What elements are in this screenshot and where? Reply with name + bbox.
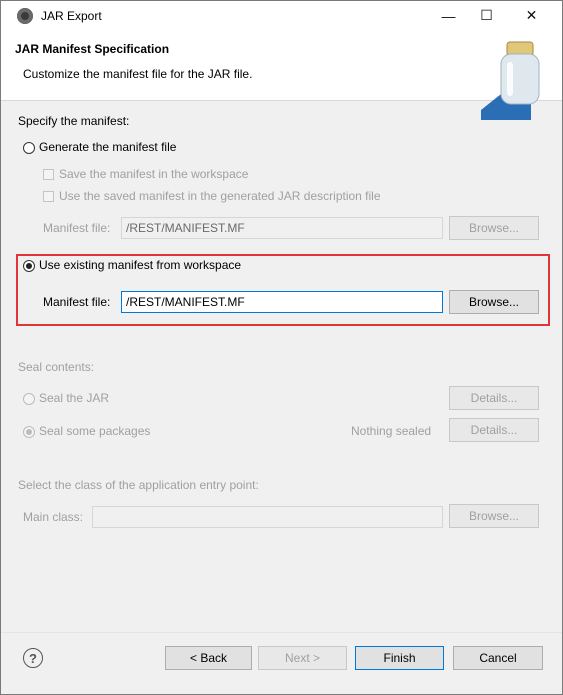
help-icon[interactable]: ? [23,648,43,668]
maximize-button[interactable]: ☐ [464,1,509,30]
wizard-header: JAR Manifest Specification Customize the… [1,30,562,120]
main-class-label: Main class: [23,510,84,524]
jar-icon [481,41,540,120]
seal-some-packages-label: Seal some packages [39,424,151,438]
back-button[interactable]: < Back [165,646,252,670]
seal-jar-label: Seal the JAR [39,391,110,405]
nothing-sealed-status: Nothing sealed [351,424,432,438]
page-description: Customize the manifest file for the JAR … [23,67,253,81]
generated-manifest-file-label: Manifest file: [43,221,111,235]
window-frame [0,0,563,695]
window-title: JAR Export [41,9,102,23]
generate-manifest-radio[interactable] [23,142,35,154]
cancel-button[interactable]: Cancel [453,646,543,670]
existing-manifest-browse-button[interactable]: Browse... [449,290,539,314]
main-class-browse-button[interactable]: Browse... [449,504,539,528]
seal-some-packages-radio[interactable] [23,426,35,438]
save-manifest-checkbox[interactable] [43,169,54,180]
app-icon [17,8,33,24]
title-bar: JAR Export — ☐ ✕ [1,1,562,30]
generated-manifest-browse-button[interactable]: Browse... [449,216,539,240]
page-title: JAR Manifest Specification [15,42,170,56]
manifest-section-label: Specify the manifest: [18,114,130,128]
save-manifest-label: Save the manifest in the workspace [59,167,249,181]
main-class-field[interactable] [92,506,443,528]
seal-some-details-button[interactable]: Details... [449,418,539,442]
generate-manifest-label[interactable]: Generate the manifest file [39,140,176,154]
existing-manifest-file-label: Manifest file: [43,295,111,309]
generated-manifest-file-field[interactable]: /REST/MANIFEST.MF [121,217,443,239]
seal-jar-details-button[interactable]: Details... [449,386,539,410]
entry-point-section-label: Select the class of the application entr… [18,478,259,492]
use-existing-manifest-radio[interactable] [23,260,35,272]
close-button[interactable]: ✕ [509,1,554,30]
use-existing-manifest-label[interactable]: Use existing manifest from workspace [39,258,241,272]
existing-manifest-file-field[interactable]: /REST/MANIFEST.MF [121,291,443,313]
finish-button[interactable]: Finish [355,646,444,670]
footer-separator [1,632,562,633]
use-saved-manifest-checkbox[interactable] [43,191,54,202]
seal-section-label: Seal contents: [18,360,95,374]
seal-jar-radio[interactable] [23,393,35,405]
next-button[interactable]: Next > [258,646,347,670]
use-saved-manifest-label: Use the saved manifest in the generated … [59,189,381,203]
